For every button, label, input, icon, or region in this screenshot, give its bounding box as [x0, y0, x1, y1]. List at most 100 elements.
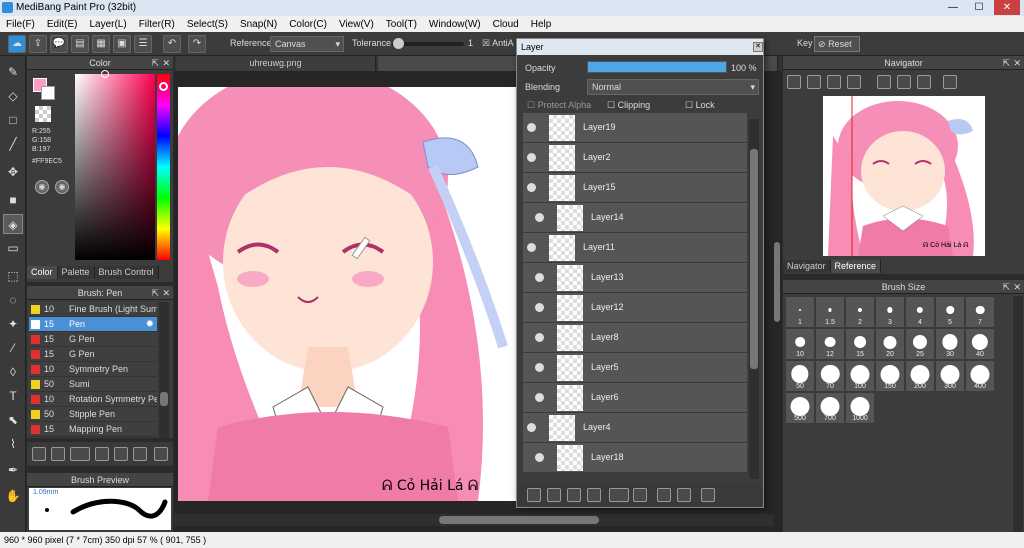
- rotate-right-icon[interactable]: [917, 75, 931, 89]
- brush-list-item[interactable]: 10 Rotation Symmetry Pe: [29, 392, 157, 407]
- new-layer-icon[interactable]: [527, 488, 541, 502]
- brush-size-option[interactable]: 200: [905, 360, 935, 392]
- brush-list-item[interactable]: 15 G Pen: [29, 332, 157, 347]
- layer-list-scrollbar[interactable]: [749, 119, 759, 479]
- tab-document-1[interactable]: uhreuwg.png: [176, 56, 376, 71]
- brush-list-item[interactable]: 15 Pen ✹: [29, 317, 157, 332]
- brush-folder-icon[interactable]: [114, 447, 128, 461]
- layer-folder-icon[interactable]: [633, 488, 647, 502]
- dropper-tool-icon[interactable]: ⌇: [3, 434, 23, 454]
- share-icon[interactable]: ⇪: [29, 35, 47, 53]
- comment-icon[interactable]: 💬: [50, 35, 68, 53]
- tab-brush-control[interactable]: Brush Control: [94, 266, 159, 279]
- menu-help[interactable]: Help: [525, 19, 558, 30]
- brush-tool-icon[interactable]: ✎: [3, 62, 23, 82]
- note-icon[interactable]: ▤: [71, 35, 89, 53]
- brush-size-option[interactable]: 1.5: [815, 296, 845, 328]
- layer-row[interactable]: Layer11: [523, 233, 747, 263]
- menu-file[interactable]: File(F): [0, 19, 41, 30]
- maximize-button[interactable]: ☐: [966, 0, 992, 15]
- minimize-button[interactable]: —: [940, 0, 966, 15]
- brush-settings-gear-icon[interactable]: ✹: [146, 317, 154, 331]
- menu-layer[interactable]: Layer(L): [83, 19, 132, 30]
- layer-row[interactable]: Layer6: [523, 383, 747, 413]
- close-button[interactable]: ✕: [994, 0, 1020, 15]
- protect-alpha-checkbox[interactable]: ☐ Protect Alpha: [527, 100, 591, 111]
- brush-size-option[interactable]: 1000: [845, 392, 875, 424]
- fit-window-icon[interactable]: [827, 75, 841, 89]
- menu-snap[interactable]: Snap(N): [234, 19, 283, 30]
- brush-list-item[interactable]: 50 Sumi: [29, 377, 157, 392]
- visibility-icon[interactable]: [535, 333, 544, 342]
- new-halftone-layer-icon[interactable]: [547, 488, 561, 502]
- saturation-value-picker[interactable]: [75, 70, 155, 260]
- brush-size-option[interactable]: 70: [815, 360, 845, 392]
- pin-icon[interactable]: ⇱: [1002, 56, 1010, 70]
- brush-list-item[interactable]: 15 G Pen: [29, 347, 157, 362]
- layer-list-scroll-thumb[interactable]: [750, 149, 758, 369]
- move-tool-icon[interactable]: ✥: [3, 162, 23, 182]
- menu-color[interactable]: Color(C): [283, 19, 333, 30]
- brush-duplicate-icon[interactable]: [133, 447, 147, 461]
- pin-icon[interactable]: ⇱: [1002, 280, 1010, 294]
- transparent-color-swatch[interactable]: [35, 106, 51, 122]
- flip-icon[interactable]: [897, 75, 911, 89]
- canvas-horizontal-scroll-thumb[interactable]: [439, 516, 599, 524]
- new-brush-icon[interactable]: [51, 447, 65, 461]
- brush-size-option[interactable]: 500: [785, 392, 815, 424]
- add-brush-icon[interactable]: [32, 447, 46, 461]
- actual-size-icon[interactable]: [847, 75, 861, 89]
- visibility-icon[interactable]: [535, 393, 544, 402]
- brush-size-option[interactable]: 30: [935, 328, 965, 360]
- reference-dropdown[interactable]: Canvas: [270, 36, 344, 52]
- brush-size-option[interactable]: 12: [815, 328, 845, 360]
- brush-size-option[interactable]: 3: [875, 296, 905, 328]
- brush-size-option[interactable]: 40: [965, 328, 995, 360]
- reset-button[interactable]: ⊘ Reset: [814, 36, 860, 52]
- brush-delete-icon[interactable]: [154, 447, 168, 461]
- brush-size-option[interactable]: 20: [875, 328, 905, 360]
- drawing-canvas[interactable]: [178, 87, 518, 501]
- close-icon[interactable]: ✕: [1013, 56, 1021, 70]
- canvas-horizontal-scrollbar[interactable]: [174, 514, 774, 526]
- rotate-left-icon[interactable]: [877, 75, 891, 89]
- menu-window[interactable]: Window(W): [423, 19, 487, 30]
- visibility-icon[interactable]: [527, 183, 536, 192]
- background-color-swatch[interactable]: [41, 86, 55, 100]
- select-pen-icon[interactable]: ⁄: [3, 338, 23, 358]
- gradient-tool-icon[interactable]: ▭: [3, 238, 23, 258]
- brush-list-scroll-thumb[interactable]: [160, 392, 168, 406]
- close-icon[interactable]: ✕: [162, 56, 170, 70]
- menu-select[interactable]: Select(S): [181, 19, 234, 30]
- tab-palette[interactable]: Palette: [57, 266, 95, 279]
- brush-list-item[interactable]: 10 Fine Brush (Light Sum: [29, 302, 157, 317]
- brush-size-option[interactable]: 1: [785, 296, 815, 328]
- opacity-slider[interactable]: [587, 61, 727, 73]
- layer-row[interactable]: Layer13: [523, 263, 747, 293]
- layer-menu-icon[interactable]: [609, 488, 629, 502]
- brush-size-option[interactable]: 50: [785, 360, 815, 392]
- menu-tool[interactable]: Tool(T): [380, 19, 423, 30]
- blending-dropdown[interactable]: Normal: [587, 79, 759, 95]
- magic-wand-icon[interactable]: ✦: [3, 314, 23, 334]
- list-icon[interactable]: ☰: [134, 35, 152, 53]
- brush-size-option[interactable]: 10: [785, 328, 815, 360]
- menu-view[interactable]: View(V): [333, 19, 380, 30]
- reference-window-icon[interactable]: [943, 75, 957, 89]
- brush-list-scrollbar[interactable]: [159, 302, 169, 438]
- undo-icon[interactable]: ↶: [163, 35, 181, 53]
- brush-list-item[interactable]: 15 Mapping Pen: [29, 422, 157, 437]
- line-tool-icon[interactable]: ╱: [3, 134, 23, 154]
- brush-size-option[interactable]: 300: [935, 360, 965, 392]
- new-8bit-layer-icon[interactable]: [567, 488, 581, 502]
- brush-size-scrollbar[interactable]: [1013, 296, 1023, 532]
- brush-list-item[interactable]: 50 Stipple Pen: [29, 407, 157, 422]
- visibility-icon[interactable]: [527, 153, 536, 162]
- tab-navigator[interactable]: Navigator: [783, 260, 831, 273]
- visibility-icon[interactable]: [527, 123, 536, 132]
- brush-menu-icon[interactable]: [70, 447, 90, 461]
- layer-row[interactable]: Layer8: [523, 323, 747, 353]
- visibility-icon[interactable]: [535, 303, 544, 312]
- layer-duplicate-icon[interactable]: [657, 488, 671, 502]
- menu-cloud[interactable]: Cloud: [487, 19, 525, 30]
